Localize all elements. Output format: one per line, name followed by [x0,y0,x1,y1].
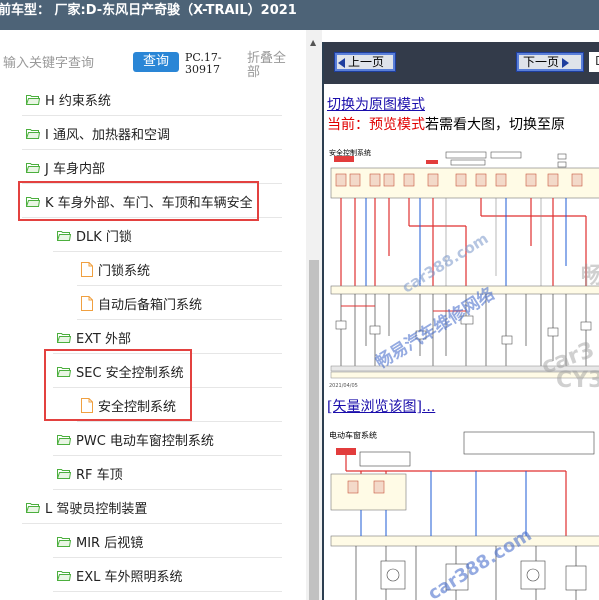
left-panel: 查询 PC.17-30917 折叠全部 H 约束系统 I 通风、加热器和空调 J 车… [0,30,322,600]
arrow-right-icon [562,57,570,68]
collapse-all-button[interactable]: 折叠全部 [247,52,287,80]
tree-node[interactable]: L 驾驶员控制装置 [26,490,147,524]
tree-node[interactable]: H 约束系统 [26,82,111,116]
folder-open-icon [26,128,40,139]
tree-node[interactable]: J 车身内部 [26,150,105,184]
title-bar: 前车型： 厂家:D-东风日产奇骏（X-TRAIL）2021 [0,0,599,30]
viewer-panel: 上一页 下一页 D 切换为原图模式 当前：预览模式若需看大图，切换至原 安全控制… [322,42,599,600]
tree-node-label: I 通风、加热器和空调 [45,127,170,143]
prev-page-button[interactable]: 上一页 [334,52,396,72]
current-prefix: 当前： [327,117,369,133]
search-button[interactable]: 查询 [133,52,179,72]
diagram2-title: 电动车窗系统 [329,430,377,440]
tree-node-label: MIR 后视镜 [76,535,144,551]
tree-node[interactable]: DLK 门锁 [57,218,132,252]
tree-node-label: EXT 外部 [76,331,131,347]
tree-node[interactable]: 门锁系统 [81,252,150,286]
tree-node[interactable]: I 通风、加热器和空调 [26,116,170,150]
document-icon [81,261,93,277]
pager-tail-text: D [595,54,599,68]
tree-node[interactable]: PWC 电动车窗控制系统 [57,422,214,456]
current-mode: 预览模式 [369,117,425,133]
watermark-partial-c: CY3 [556,368,599,391]
diagram1-title: 安全控制系统 [329,148,371,157]
arrow-left-icon [338,57,345,68]
search-input[interactable] [0,52,128,74]
pager-bar: 上一页 下一页 D [324,42,599,84]
tree-node-label: L 驾驶员控制装置 [45,501,148,517]
folder-open-icon [26,94,40,105]
version-label: PC.17-30917 [185,51,222,76]
scroll-up-arrow-icon[interactable]: ▲ [310,38,316,47]
current-mode-line: 当前：预览模式若需看大图，切换至原 [327,114,565,134]
svg-text:2021/04/05: 2021/04/05 [329,383,358,389]
vector-view-link[interactable]: [矢量浏览该图]... [327,396,435,416]
folder-open-icon [57,434,71,445]
tree-node[interactable]: RF 车顶 [57,456,123,490]
wiring-diagram-power-window[interactable]: 电动车窗系统 car388.com [326,426,599,600]
tree-node-label: PWC 电动车窗控制系统 [76,433,214,449]
folder-open-icon [57,468,71,479]
tree-scrollbar[interactable]: ▲ [306,30,322,600]
window-title: 前车型： 厂家:D-东风日产奇骏（X-TRAIL）2021 [0,3,297,18]
scroll-thumb[interactable] [309,260,319,600]
tree-node[interactable]: MIR 后视镜 [57,524,143,558]
search-row: 查询 PC.17-30917 折叠全部 [0,42,322,82]
tree-node-label: EXL 车外照明系统 [76,569,183,585]
app-window: 前车型： 厂家:D-东风日产奇骏（X-TRAIL）2021 查询 PC.17-3… [0,0,599,600]
document-icon [81,295,93,311]
tree-node-label: 门锁系统 [98,263,151,279]
folder-open-icon [26,162,40,173]
folder-open-icon [57,570,71,581]
folder-open-icon [26,502,40,513]
highlight-box-sec [44,349,192,421]
tree-node-label: 自动后备箱门系统 [98,297,203,313]
tree-node-label: DLK 门锁 [76,229,132,245]
next-page-button[interactable]: 下一页 [516,52,584,72]
tree-row-divider [53,591,282,592]
tree-node[interactable]: EXL 车外照明系统 [57,558,183,592]
watermark-partial-a: 畅 [581,258,599,290]
switch-original-link[interactable]: 切换为原图模式 [327,94,425,114]
folder-open-icon [57,332,71,343]
current-suffix: 若需看大图，切换至原 [425,117,565,133]
next-page-label: 下一页 [523,55,560,69]
wiring-diagram-security[interactable]: 安全控制系统 2021/04/05 car388.com 畅易汽车维修网络 ca… [326,146,599,391]
tree-node-label: J 车身内部 [45,161,105,177]
tree-node[interactable]: 自动后备箱门系统 [81,286,202,320]
highlight-box-k [18,181,259,221]
prev-page-label: 上一页 [348,55,385,69]
nav-tree: H 约束系统 I 通风、加热器和空调 J 车身内部 K 车身外部、车门、车顶和车辆安全… [0,82,306,600]
folder-open-icon [57,230,71,241]
folder-open-icon [57,536,71,547]
tree-node-label: RF 车顶 [76,467,123,483]
tree-node-label: H 约束系统 [45,93,111,109]
